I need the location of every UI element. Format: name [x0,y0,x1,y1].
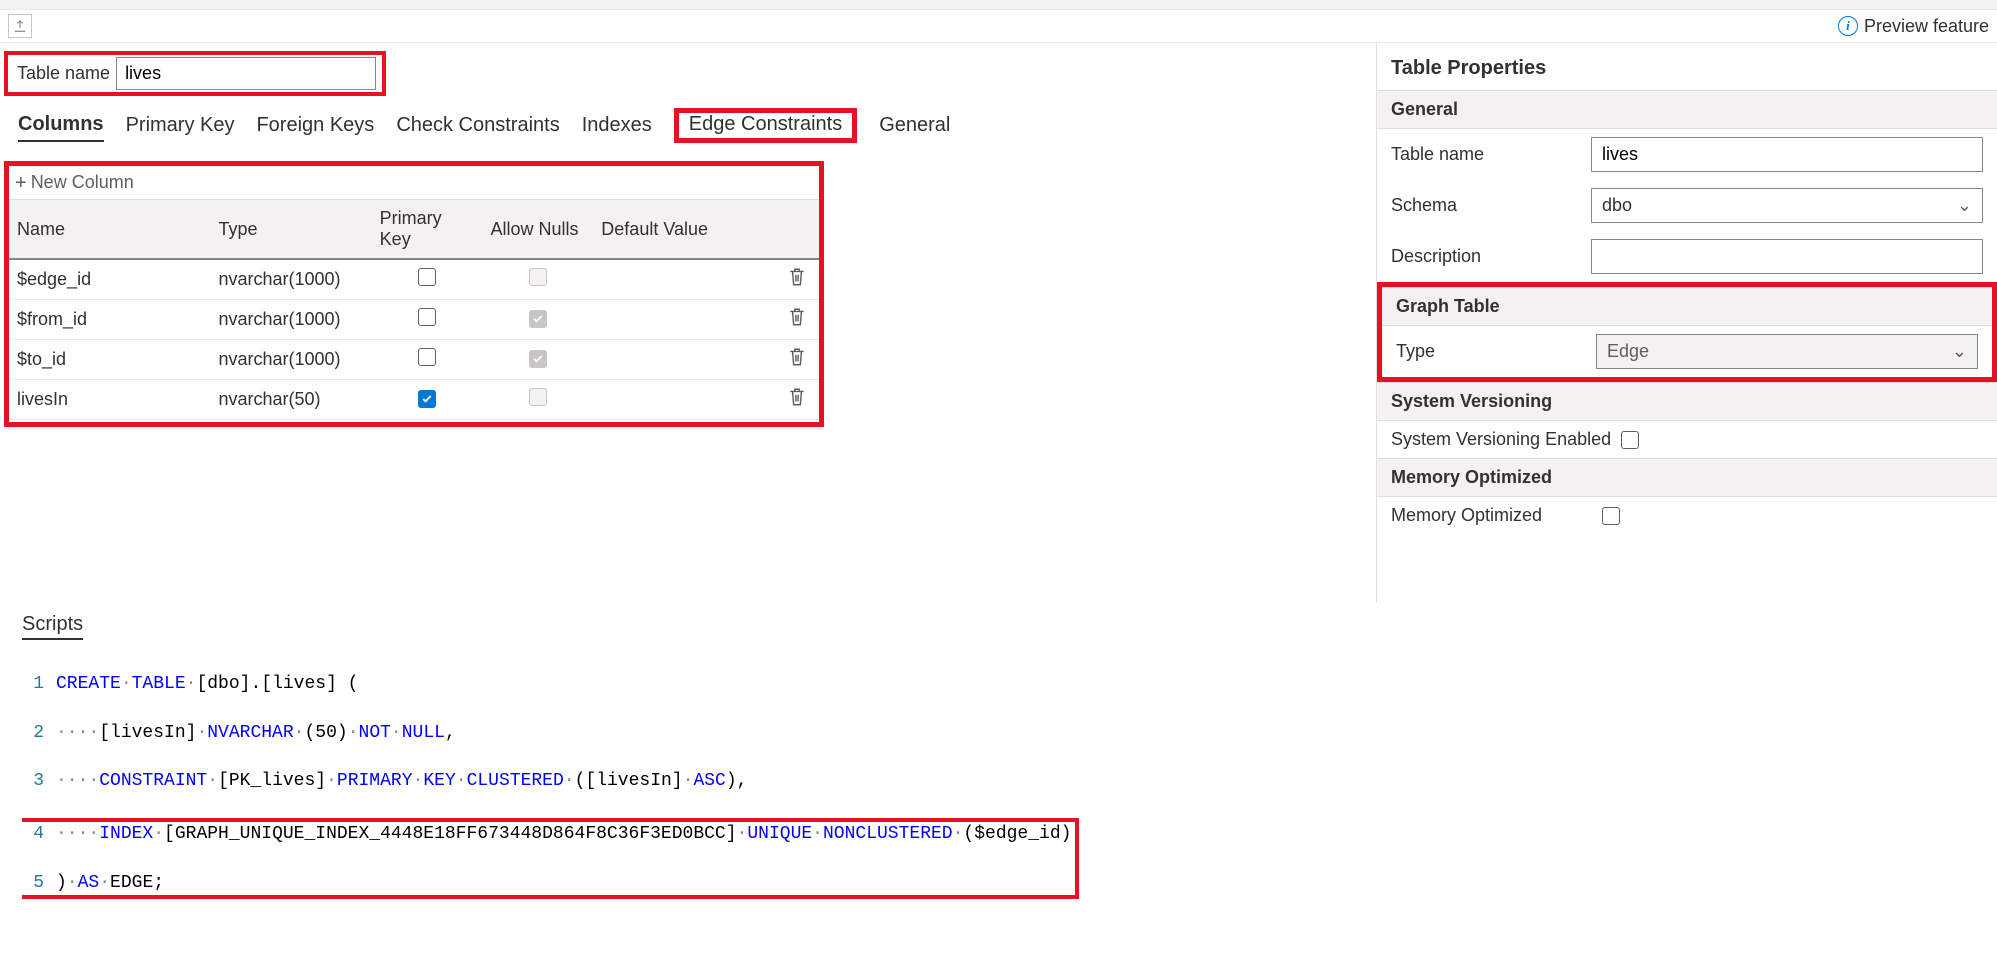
preview-feature-label: i Preview feature [1838,16,1989,37]
col-name-cell[interactable]: livesIn [9,380,210,420]
prop-memopt-checkbox[interactable] [1602,507,1620,525]
nulls-checkbox [529,388,547,406]
col-name-cell[interactable]: $to_id [9,340,210,380]
trash-icon[interactable] [788,347,806,367]
prop-table-name-input[interactable] [1591,137,1983,172]
prop-schema-value: dbo [1602,195,1632,216]
prop-schema-label: Schema [1391,195,1591,216]
chevron-down-icon: ⌄ [1952,341,1967,362]
tab-indexes[interactable]: Indexes [582,110,652,141]
col-type-cell[interactable]: nvarchar(1000) [210,300,371,340]
designer-tabs: Columns Primary Key Foreign Keys Check C… [4,96,1376,143]
nulls-checkbox [529,350,547,368]
preview-feature-text: Preview feature [1864,16,1989,37]
tab-foreign-keys[interactable]: Foreign Keys [256,110,374,141]
top-strip [0,0,1997,10]
pk-checkbox[interactable] [418,348,436,366]
tab-primary-key[interactable]: Primary Key [126,110,235,141]
prop-type-select: Edge ⌄ [1596,334,1978,369]
table-row[interactable]: $edge_idnvarchar(1000) [9,259,819,300]
section-graph: Graph Table [1382,287,1992,326]
prop-schema-select[interactable]: dbo ⌄ [1591,188,1983,223]
chevron-down-icon: ⌄ [1957,195,1972,216]
properties-title: Table Properties [1377,57,1997,90]
tab-edge-constraints-highlight: Edge Constraints [674,108,857,143]
prop-type-value: Edge [1607,341,1649,362]
graph-table-highlight: Graph Table Type Edge ⌄ [1377,282,1997,382]
table-row[interactable]: livesInnvarchar(50) [9,380,819,420]
trash-icon[interactable] [788,267,806,287]
col-name-cell[interactable]: $from_id [9,300,210,340]
tab-general[interactable]: General [879,110,950,141]
col-type-cell[interactable]: nvarchar(50) [210,380,371,420]
nulls-checkbox [529,268,547,286]
section-memopt: Memory Optimized [1377,458,1997,497]
trash-icon[interactable] [788,387,806,407]
col-header-name: Name [9,200,210,260]
main-split: Table name Columns Primary Key Foreign K… [0,43,1997,603]
col-header-pk: Primary Key [372,200,483,260]
prop-description-input[interactable] [1591,239,1983,274]
section-general: General [1377,90,1997,129]
trash-icon[interactable] [788,307,806,327]
pk-checkbox[interactable] [418,390,436,408]
section-sysver: System Versioning [1377,382,1997,421]
table-name-label: Table name [11,59,116,88]
table-row[interactable]: $to_idnvarchar(1000) [9,340,819,380]
left-pane: Table name Columns Primary Key Foreign K… [0,43,1377,603]
new-column-button[interactable]: + New Column [9,166,819,199]
scripts-panel: Scripts 1CREATE·TABLE·[dbo].[lives] ( 2·… [0,603,1997,933]
default-cell[interactable] [593,259,774,300]
columns-area: + New Column Name Type Primary Key Allow… [4,161,824,427]
col-header-nulls: Allow Nulls [482,200,593,260]
tab-edge-constraints[interactable]: Edge Constraints [689,109,842,139]
col-type-cell[interactable]: nvarchar(1000) [210,259,371,300]
prop-sysver-label: System Versioning Enabled [1391,429,1611,450]
col-header-actions [775,200,819,260]
nulls-checkbox [529,310,547,328]
pk-checkbox[interactable] [418,308,436,326]
default-cell[interactable] [593,340,774,380]
columns-table: Name Type Primary Key Allow Nulls Defaul… [9,199,819,420]
properties-pane: Table Properties General Table name Sche… [1377,43,1997,603]
plus-icon: + [15,173,27,193]
col-header-default: Default Value [593,200,774,260]
default-cell[interactable] [593,300,774,340]
publish-icon[interactable] [8,14,32,38]
col-name-cell[interactable]: $edge_id [9,259,210,300]
tab-check-constraints[interactable]: Check Constraints [396,110,559,141]
prop-sysver-checkbox[interactable] [1621,431,1639,449]
table-name-row: Table name [4,51,386,96]
header-row: i Preview feature [0,10,1997,43]
scripts-title: Scripts [22,613,83,640]
pk-checkbox[interactable] [418,268,436,286]
col-type-cell[interactable]: nvarchar(1000) [210,340,371,380]
col-header-type: Type [210,200,371,260]
tab-columns[interactable]: Columns [18,109,104,142]
table-name-input[interactable] [116,57,376,90]
prop-description-label: Description [1391,246,1591,267]
prop-type-label: Type [1396,341,1596,362]
new-column-label: New Column [31,172,134,193]
prop-table-name-label: Table name [1391,144,1591,165]
info-icon: i [1838,16,1858,36]
prop-memopt-label: Memory Optimized [1391,505,1542,526]
table-row[interactable]: $from_idnvarchar(1000) [9,300,819,340]
default-cell[interactable] [593,380,774,420]
script-code: 1CREATE·TABLE·[dbo].[lives] ( 2····[live… [22,648,1975,923]
